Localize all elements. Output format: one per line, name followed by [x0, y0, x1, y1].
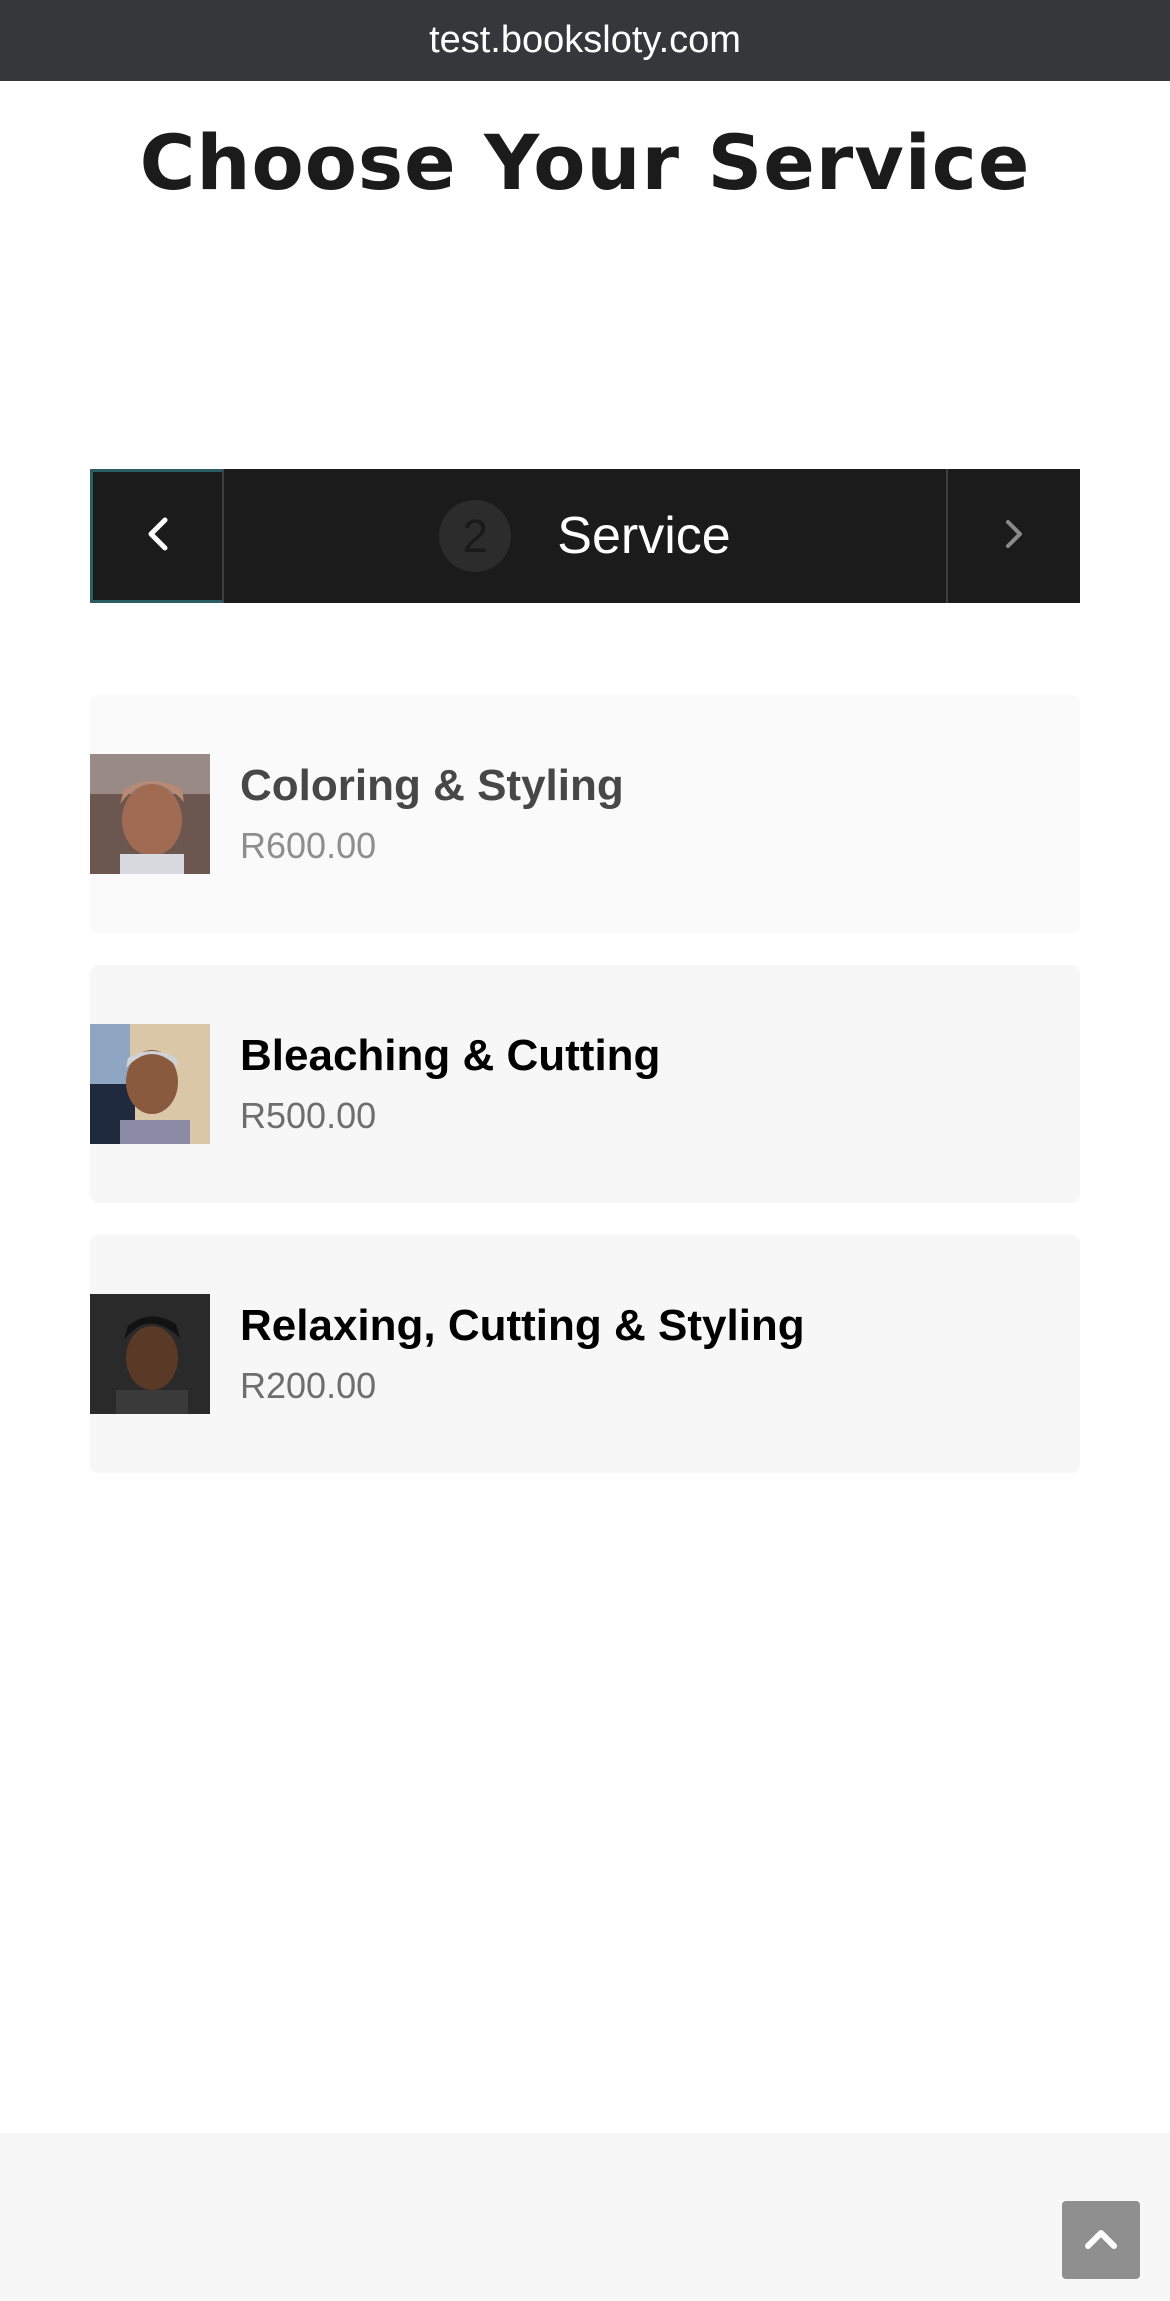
service-photo: [90, 754, 210, 874]
service-name: Bleaching & Cutting: [240, 1031, 661, 1080]
chevron-up-icon: [1083, 2226, 1119, 2255]
step-navigation: 2 Service: [90, 469, 1080, 603]
chevron-right-icon: [999, 514, 1029, 559]
chevron-left-icon: [143, 514, 173, 559]
url-text[interactable]: test.booksloty.com: [429, 19, 741, 62]
service-name: Coloring & Styling: [240, 761, 624, 810]
next-step-button[interactable]: [946, 469, 1080, 603]
step-label: Service: [557, 507, 731, 565]
previous-step-button[interactable]: [90, 469, 224, 603]
browser-url-bar[interactable]: test.booksloty.com: [0, 0, 1170, 81]
page-title: Choose Your Service: [139, 118, 1031, 207]
step-number-badge: 2: [439, 500, 512, 572]
service-card-coloring-styling[interactable]: Coloring & Styling R600.00: [90, 695, 1080, 933]
footer: [0, 2133, 1170, 2301]
service-price: R600.00: [240, 825, 377, 866]
current-step: 2 Service: [224, 469, 946, 603]
service-price: R200.00: [240, 1365, 377, 1406]
service-card-bleaching-cutting[interactable]: Bleaching & Cutting R500.00: [90, 965, 1080, 1203]
service-photo: [90, 1294, 210, 1414]
service-card-relaxing-cutting-styling[interactable]: Relaxing, Cutting & Styling R200.00: [90, 1235, 1080, 1473]
service-name: Relaxing, Cutting & Styling: [240, 1301, 805, 1350]
scroll-to-top-button[interactable]: [1062, 2201, 1140, 2279]
service-photo: [90, 1024, 210, 1144]
service-price: R500.00: [240, 1095, 377, 1136]
